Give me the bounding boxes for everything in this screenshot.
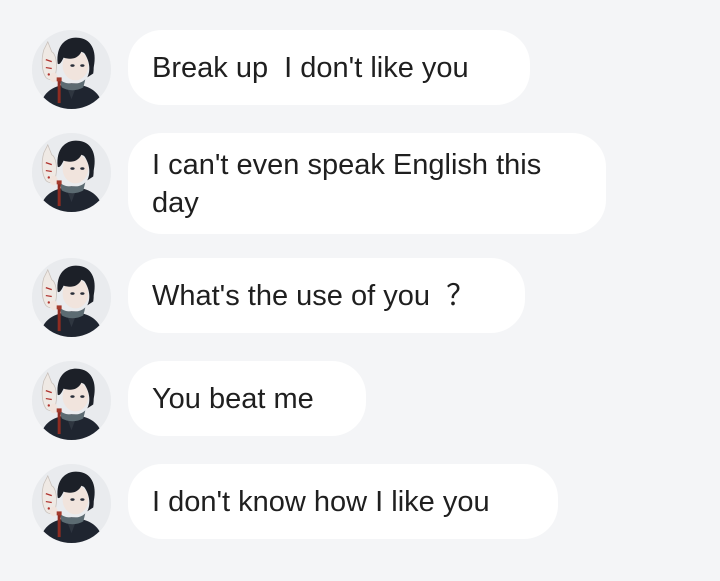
- message-bubble[interactable]: I don't know how I like you: [128, 464, 558, 539]
- message-bubble[interactable]: You beat me: [128, 361, 366, 436]
- chat-thread: Break up I don't like you I can't even s…: [0, 0, 720, 581]
- message-row: What's the use of you ？: [0, 258, 720, 337]
- message-text: You beat me: [152, 382, 314, 415]
- anime-avatar-icon: [32, 133, 111, 212]
- message-bubble[interactable]: What's the use of you ？: [128, 258, 525, 333]
- sender-avatar[interactable]: [32, 258, 111, 337]
- sender-avatar[interactable]: [32, 464, 111, 543]
- anime-avatar-icon: [32, 258, 111, 337]
- sender-avatar[interactable]: [32, 361, 111, 440]
- anime-avatar-icon: [32, 464, 111, 543]
- message-text: What's the use of you ？: [152, 279, 476, 312]
- message-row: I can't even speak English this day: [0, 133, 720, 234]
- message-text: I don't know how I like you: [152, 485, 490, 518]
- message-bubble[interactable]: Break up I don't like you: [128, 30, 530, 105]
- sender-avatar[interactable]: [32, 133, 111, 212]
- anime-avatar-icon: [32, 361, 111, 440]
- message-text: I can't even speak English this day: [152, 148, 542, 219]
- message-row: I don't know how I like you: [0, 464, 720, 543]
- message-bubble[interactable]: I can't even speak English this day: [128, 133, 606, 234]
- anime-avatar-icon: [32, 30, 111, 109]
- message-row: You beat me: [0, 361, 720, 440]
- sender-avatar[interactable]: [32, 30, 111, 109]
- message-text: Break up I don't like you: [152, 51, 469, 84]
- message-row: Break up I don't like you: [0, 30, 720, 109]
